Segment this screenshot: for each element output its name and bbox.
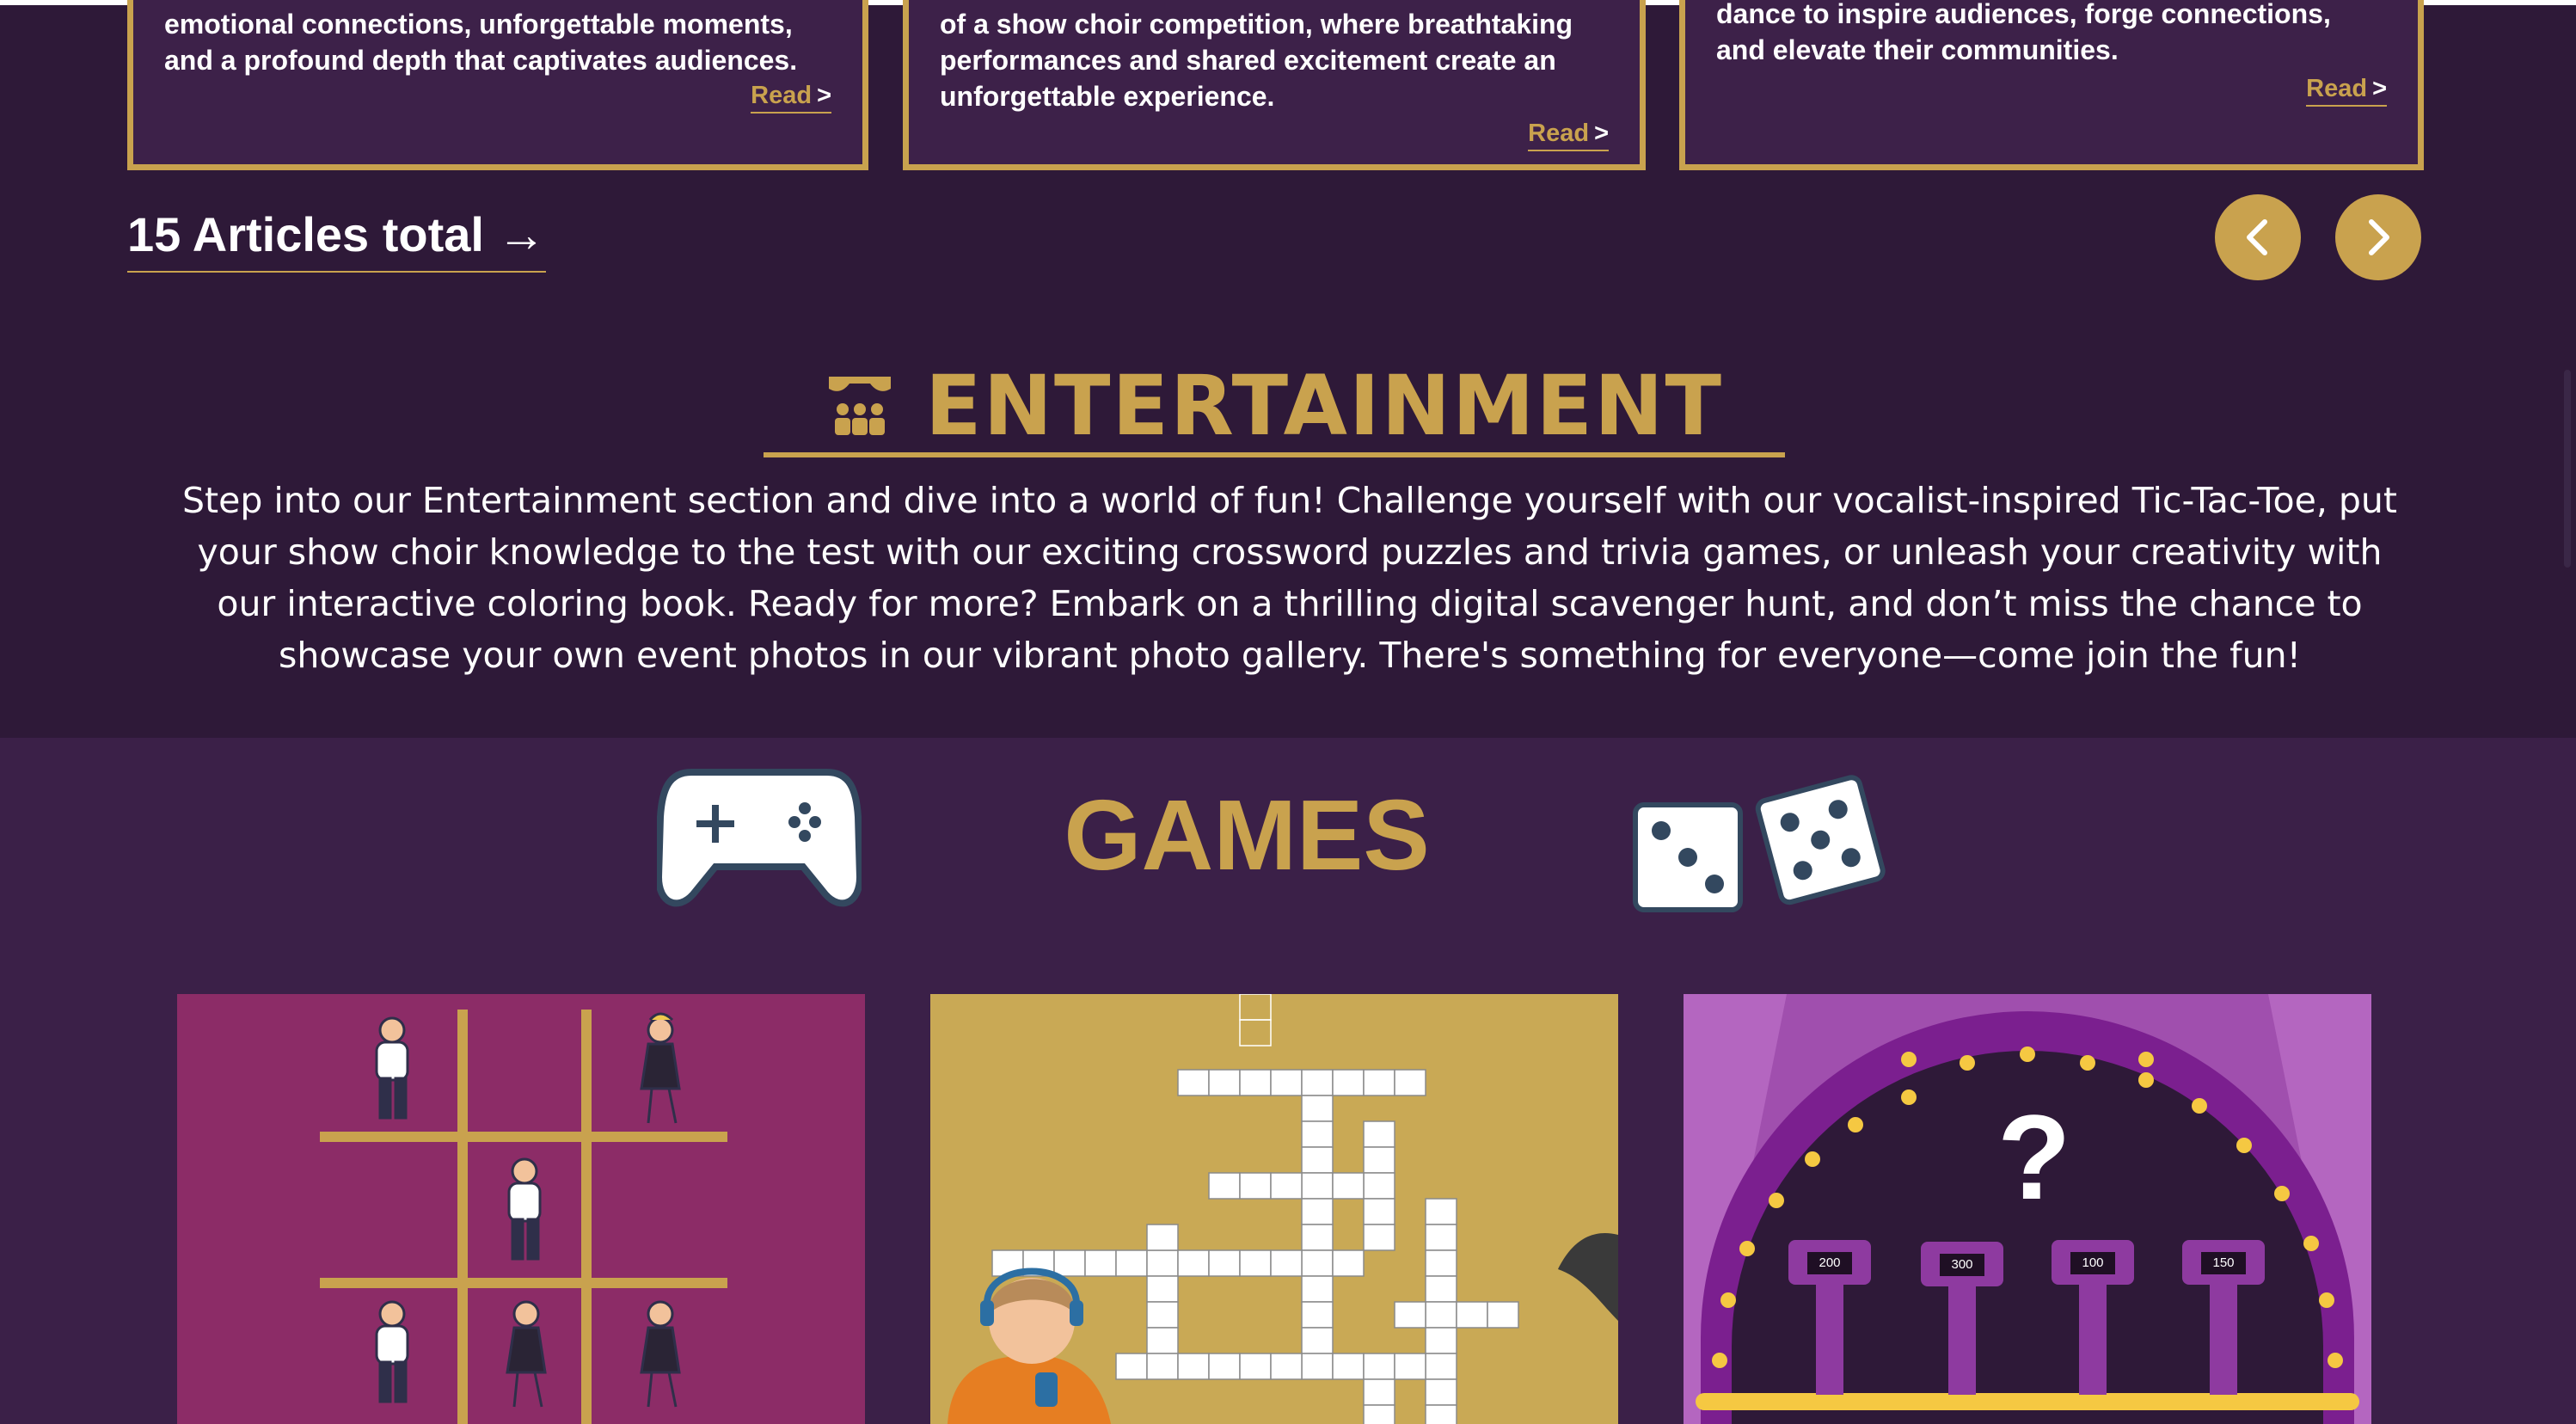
listener-figure [948, 1267, 1111, 1424]
section-description: Step into our Entertainment section and … [182, 480, 2397, 676]
crossword-grid [948, 994, 1618, 1424]
page-scrollbar[interactable] [2564, 370, 2571, 568]
section-title: ENTERTAINMENT [925, 358, 1723, 454]
wing-shape [1558, 1233, 1618, 1321]
podium-value: 200 [1807, 1252, 1852, 1274]
trivia-card[interactable]: ? 200 300 100 150 [1684, 994, 2371, 1424]
chevron-left-icon [2247, 219, 2267, 255]
dice-icon [1633, 775, 1886, 912]
prev-button[interactable] [2215, 194, 2301, 280]
read-label: Read [1528, 120, 1590, 147]
crossword-card[interactable] [930, 994, 1618, 1424]
read-link[interactable]: Read > [751, 82, 831, 114]
next-button[interactable] [2335, 194, 2421, 280]
read-arrow: > [1594, 120, 1609, 147]
article-excerpt: of a show choir competition, where breat… [940, 9, 1573, 112]
podium: 100 [2052, 1240, 2134, 1395]
article-excerpt: emotional connections, unforgettable mom… [164, 9, 798, 76]
podium-value: 100 [2070, 1252, 2115, 1274]
gamepad-icon [657, 769, 862, 907]
podium-value: 300 [1940, 1254, 1984, 1276]
games-title: GAMES [1064, 779, 1430, 891]
podium-value: 150 [2201, 1252, 2246, 1274]
articles-total-link[interactable]: 15 Articles total → [127, 206, 546, 273]
chevron-right-icon [2369, 219, 2389, 255]
tic-tac-toe-board [320, 1010, 727, 1424]
article-card[interactable]: dance to inspire audiences, forge connec… [1679, 0, 2424, 170]
read-arrow: > [2372, 75, 2387, 102]
podium: 150 [2182, 1240, 2265, 1395]
podium: 200 [1788, 1240, 1871, 1395]
read-link[interactable]: Read > [1528, 120, 1609, 151]
read-arrow: > [817, 82, 831, 109]
podium: 300 [1921, 1242, 2003, 1395]
read-link[interactable]: Read > [2306, 75, 2387, 107]
article-excerpt: dance to inspire audiences, forge connec… [1716, 0, 2331, 65]
read-label: Read [2306, 75, 2368, 102]
article-card[interactable]: emotional connections, unforgettable mom… [127, 0, 868, 170]
read-label: Read [751, 82, 813, 109]
question-mark: ? [1997, 1089, 2071, 1225]
tic-tac-toe-card[interactable] [177, 994, 865, 1424]
theater-stage-icon [829, 377, 892, 435]
article-card[interactable]: of a show choir competition, where breat… [903, 0, 1646, 170]
entertainment-heading: ENTERTAINMENT [764, 358, 1785, 457]
